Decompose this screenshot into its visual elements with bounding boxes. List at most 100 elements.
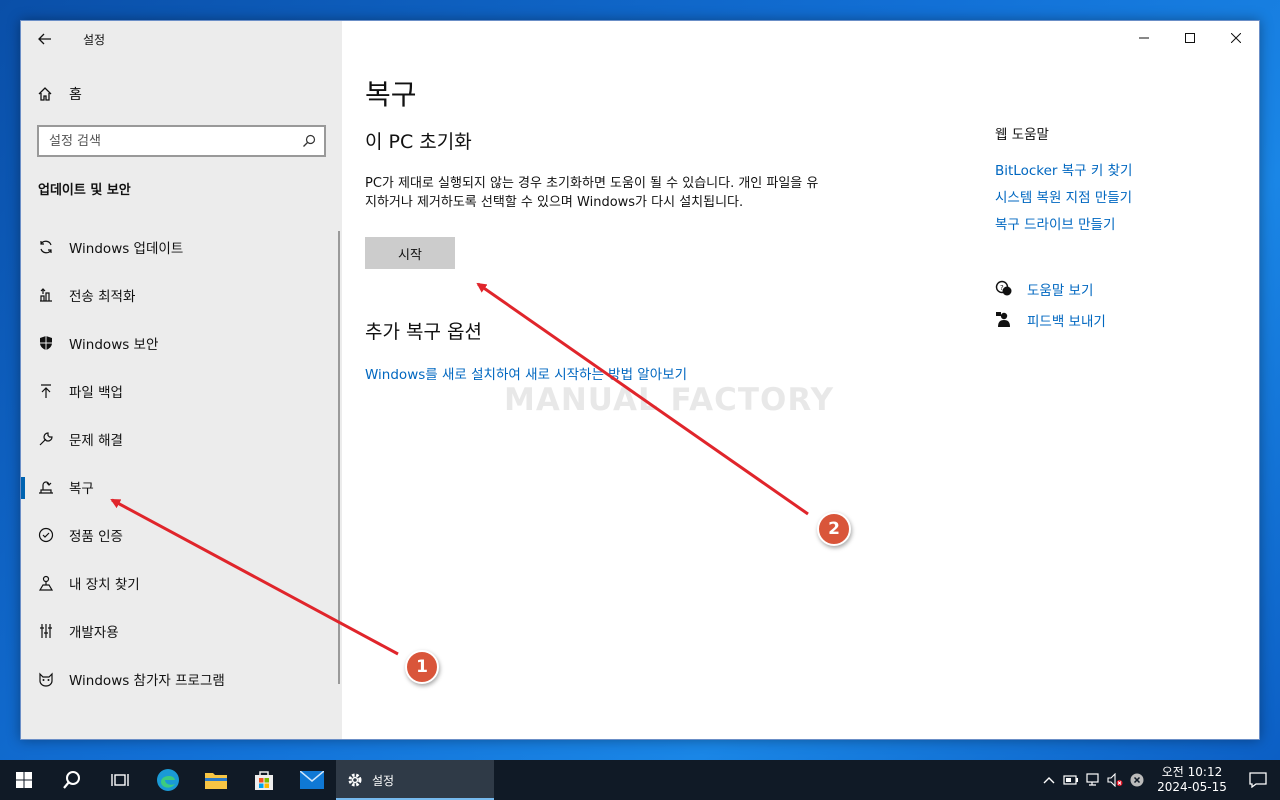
nav-label: 내 장치 찾기 <box>69 577 140 593</box>
nav-item-windows-update[interactable]: Windows 업데이트 <box>21 223 342 271</box>
system-tray: 오전 10:12 2024-05-15 <box>1038 760 1280 800</box>
watermark: MANUAL FACTORY <box>504 382 835 418</box>
recovery-drive-link[interactable]: 복구 드라이브 만들기 <box>995 213 1115 233</box>
edge-icon <box>157 769 179 791</box>
insider-cat-icon <box>37 670 55 688</box>
reset-description: PC가 제대로 실행되지 않는 경우 초기화하면 도움이 될 수 있습니다. 개… <box>365 176 819 210</box>
taskbar-settings-app[interactable]: 설정 <box>336 760 494 800</box>
nav-item-troubleshoot[interactable]: 문제 해결 <box>21 415 342 463</box>
taskbar: 설정 오전 10:12 2024-05-15 <box>0 760 1280 800</box>
step-badge-2: 2 <box>817 512 851 546</box>
notification-center-button[interactable] <box>1236 772 1280 788</box>
notification-icon <box>1249 772 1267 788</box>
window-title: 설정 <box>83 32 106 47</box>
sidebar-scrollbar[interactable] <box>338 231 340 684</box>
recovery-icon <box>37 478 55 496</box>
feedback-link[interactable]: 피드백 보내기 <box>1027 310 1106 330</box>
page-title: 복구 <box>365 78 417 111</box>
mail-icon <box>300 771 324 789</box>
nav-label: Windows 참가자 프로그램 <box>69 673 225 689</box>
fresh-start-link[interactable]: Windows를 새로 설치하여 새로 시작하는 방법 알아보기 <box>365 363 687 383</box>
home-icon <box>38 87 52 101</box>
status-x-icon[interactable] <box>1126 773 1148 787</box>
nav-label: 개발자용 <box>69 625 119 641</box>
tray-overflow-chevron-icon[interactable] <box>1038 776 1060 784</box>
nav-label: Windows 업데이트 <box>69 241 184 257</box>
get-help-row[interactable]: ? 도움말 보기 <box>995 279 1093 299</box>
find-device-icon <box>37 574 55 592</box>
search-box[interactable] <box>37 125 326 157</box>
mail-button[interactable] <box>288 760 336 800</box>
clock[interactable]: 오전 10:12 2024-05-15 <box>1152 765 1232 795</box>
caption-buttons <box>1121 21 1259 55</box>
nav-label: Windows 보안 <box>69 337 159 353</box>
folder-icon <box>205 773 227 789</box>
clock-time: 오전 10:12 <box>1161 765 1223 779</box>
search-input[interactable] <box>49 133 302 149</box>
web-help-title: 웹 도움말 <box>995 127 1049 143</box>
reset-pc-heading: 이 PC 초기화 <box>365 131 472 153</box>
delivery-optimization-icon <box>37 286 55 304</box>
store-bag-icon <box>255 771 273 790</box>
nav-item-for-developers[interactable]: 개발자용 <box>21 607 342 655</box>
nav-list: Windows 업데이트 전송 최적화 Windows 보안 파일 백업 문제 … <box>21 223 342 703</box>
nav-item-file-backup[interactable]: 파일 백업 <box>21 367 342 415</box>
clock-date: 2024-05-15 <box>1157 780 1227 794</box>
task-view-icon <box>111 774 129 786</box>
start-menu-button[interactable] <box>0 760 48 800</box>
start-button[interactable]: 시작 <box>365 237 455 269</box>
task-view-button[interactable] <box>96 760 144 800</box>
check-circle-icon <box>37 526 55 544</box>
nav-item-activation[interactable]: 정품 인증 <box>21 511 342 559</box>
back-arrow-icon <box>38 33 51 45</box>
nav-item-recovery[interactable]: 복구 <box>21 463 342 511</box>
feedback-row[interactable]: 피드백 보내기 <box>995 310 1106 330</box>
volume-muted-icon[interactable] <box>1104 773 1126 787</box>
maximize-button[interactable] <box>1167 21 1213 55</box>
maximize-icon <box>1185 33 1195 43</box>
section-title: 업데이트 및 보안 <box>38 183 131 198</box>
gear-icon <box>348 773 362 787</box>
nav-label: 파일 백업 <box>69 385 123 401</box>
taskbar-app-label: 설정 <box>372 773 395 788</box>
minimize-icon <box>1139 37 1149 39</box>
nav-item-find-my-device[interactable]: 내 장치 찾기 <box>21 559 342 607</box>
shield-icon <box>37 334 55 352</box>
search-icon[interactable] <box>302 134 316 148</box>
file-explorer-button[interactable] <box>192 760 240 800</box>
title-bar: 설정 <box>21 21 342 57</box>
more-options-heading: 추가 복구 옵션 <box>365 321 482 343</box>
nav-item-windows-security[interactable]: Windows 보안 <box>21 319 342 367</box>
home-label: 홈 <box>69 87 82 103</box>
nav-label: 전송 최적화 <box>69 289 136 305</box>
get-help-link[interactable]: 도움말 보기 <box>1027 279 1093 299</box>
close-icon <box>1231 33 1241 43</box>
minimize-button[interactable] <box>1121 21 1167 55</box>
sync-icon <box>37 238 55 256</box>
back-button[interactable] <box>21 22 69 56</box>
wrench-icon <box>37 430 55 448</box>
feedback-icon <box>996 312 1010 327</box>
nav-label: 복구 <box>69 481 94 497</box>
sidebar: 설정 홈 업데이트 및 보안 Windows 업데이트 전송 최적화 Windo… <box>21 21 342 739</box>
chat-help-icon: ? <box>995 280 1012 296</box>
search-icon <box>63 771 80 789</box>
step-badge-1: 1 <box>405 650 439 684</box>
edge-button[interactable] <box>144 760 192 800</box>
nav-label: 문제 해결 <box>69 433 123 449</box>
store-button[interactable] <box>240 760 288 800</box>
svg-text:?: ? <box>1000 284 1004 292</box>
restore-point-link[interactable]: 시스템 복원 지점 만들기 <box>995 186 1132 206</box>
taskbar-search-button[interactable] <box>48 760 96 800</box>
close-button[interactable] <box>1213 21 1259 55</box>
bitlocker-link[interactable]: BitLocker 복구 키 찾기 <box>995 159 1132 179</box>
network-icon[interactable] <box>1082 773 1104 787</box>
home-link[interactable]: 홈 <box>21 79 342 109</box>
nav-label: 정품 인증 <box>69 529 123 545</box>
developer-icon <box>37 622 55 640</box>
windows-logo-icon <box>16 772 32 788</box>
battery-icon[interactable] <box>1060 775 1082 785</box>
settings-window: 설정 홈 업데이트 및 보안 Windows 업데이트 전송 최적화 Windo… <box>20 20 1260 740</box>
nav-item-delivery-optimization[interactable]: 전송 최적화 <box>21 271 342 319</box>
nav-item-windows-insider[interactable]: Windows 참가자 프로그램 <box>21 655 342 703</box>
